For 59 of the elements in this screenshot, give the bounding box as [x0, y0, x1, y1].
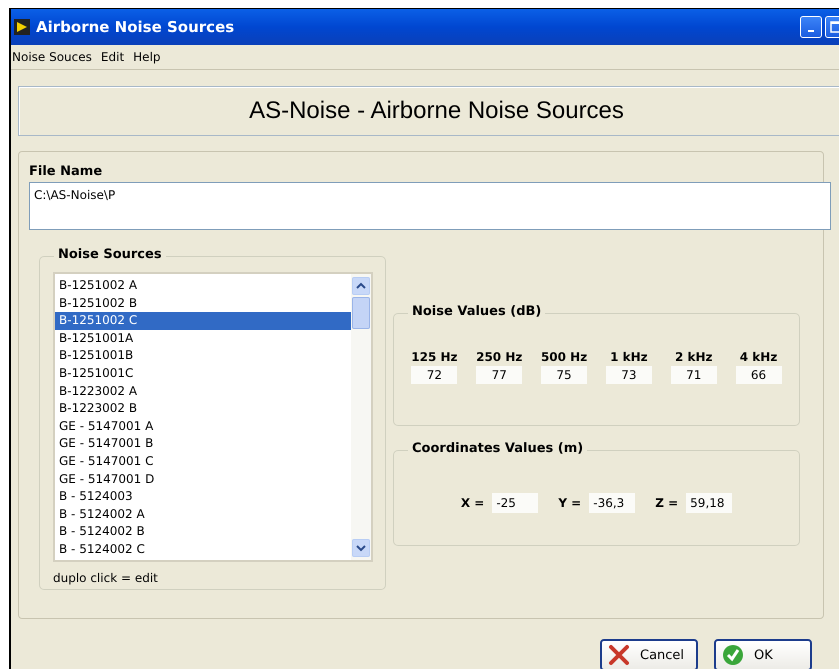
value-field: 66 [736, 366, 782, 384]
band-label: 250 Hz [476, 350, 522, 364]
list-item[interactable]: GE - 5147001 A [55, 418, 351, 436]
list-item[interactable]: B - 5124003 [55, 488, 351, 506]
ok-button[interactable]: OK [714, 639, 812, 669]
down-caret-icon [356, 544, 366, 552]
hint-text: duplo click = edit [53, 571, 159, 585]
coordinate-label: Y = [558, 496, 582, 510]
minimize-icon [808, 30, 814, 32]
group-title: Noise Values (dB) [408, 304, 546, 319]
noise-sources-list[interactable] [53, 272, 373, 562]
app-icon [14, 19, 30, 35]
list-item[interactable]: B-1251002 A [55, 277, 351, 295]
value-field: 59,18 [686, 493, 732, 513]
coordinate-label: X = [460, 496, 484, 510]
value-field: -25 [492, 493, 538, 513]
band-label: 500 Hz [540, 350, 588, 364]
list-item[interactable]: B - 5124002 C [55, 540, 351, 558]
list-item[interactable]: B-1251001B [55, 347, 351, 365]
band-label: 2 kHz [674, 350, 712, 364]
value-field: 72 [411, 366, 458, 384]
scroll-down-button[interactable] [352, 539, 370, 557]
list-item[interactable]: GE - 5147001 B [55, 435, 351, 453]
up-caret-icon [356, 282, 366, 290]
maximize-icon [830, 21, 839, 33]
cancel-button[interactable]: Cancel [600, 639, 698, 669]
scrollbar[interactable] [351, 274, 371, 560]
menu-item[interactable]: Noise Souces [12, 50, 92, 64]
menu-item[interactable]: Edit [100, 50, 124, 64]
value-field: -36,3 [589, 493, 636, 513]
band-label: 1 kHz [610, 350, 648, 364]
value-field: 77 [476, 366, 522, 384]
list-item[interactable]: B-1251001C [55, 364, 351, 383]
list-item[interactable]: B-1223002 A [55, 382, 351, 400]
band-label: 125 Hz [411, 350, 458, 364]
group-title: Coordinates Values (m) [408, 441, 588, 456]
scroll-thumb[interactable] [352, 297, 370, 329]
value-field: 71 [670, 366, 717, 384]
list-item[interactable]: GE - 5147001 C [55, 452, 351, 471]
coordinate-label: Z = [655, 496, 678, 510]
value-field: 75 [541, 366, 588, 384]
scroll-up-button[interactable] [352, 277, 370, 295]
file-name-label: File Name [29, 164, 104, 179]
file-name-field[interactable]: C:\AS-Noise\P [29, 182, 831, 230]
list-item[interactable]: B-1251001A [55, 330, 351, 348]
app-heading: AS-Noise - Airborne Noise Sources [248, 97, 624, 125]
list-item[interactable]: B-1251002 B [55, 294, 351, 312]
value-field: 73 [606, 366, 652, 384]
list-item[interactable]: B-1223002 B [55, 400, 351, 418]
menu-item[interactable]: Help [133, 50, 161, 64]
list-item[interactable]: GE - 5147001 D [55, 470, 351, 488]
cross-icon [608, 644, 630, 666]
list-item[interactable]: B-1251002 C [55, 312, 351, 330]
minimize-button[interactable] [800, 16, 822, 38]
window-title: Airborne Noise Sources [36, 18, 234, 36]
band-label: 4 kHz [740, 350, 778, 364]
check-icon [722, 644, 744, 666]
list-item[interactable]: B - 5124002 B [55, 523, 351, 541]
list-item[interactable]: B - 5124002 A [55, 506, 351, 524]
